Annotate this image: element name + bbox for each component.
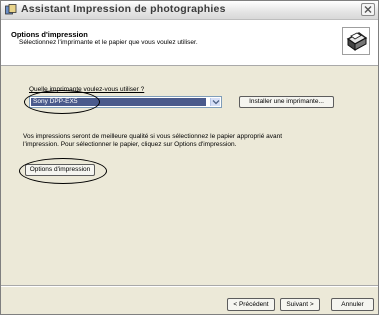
- photo-wizard-icon: [5, 4, 17, 15]
- paper-info-line-2: l'impression. Pour sélectionner le papie…: [23, 141, 237, 148]
- install-printer-button[interactable]: Installer une imprimante...: [239, 96, 334, 108]
- close-icon: [364, 6, 372, 13]
- printer-select[interactable]: Sony DPP-EX5: [29, 96, 222, 108]
- wizard-content: Quelle imprimante voulez-vous utiliser ?…: [1, 66, 378, 285]
- print-options-button[interactable]: Options d'impression: [25, 164, 95, 176]
- footer-separator: [1, 285, 378, 287]
- chevron-down-icon: [212, 100, 219, 105]
- page-title: Options d'impression: [11, 30, 88, 39]
- wizard-header: Options d'impression Sélectionnez l'impr…: [1, 20, 378, 66]
- previous-button[interactable]: < Précédent: [227, 298, 275, 311]
- title-bar[interactable]: Assistant Impression de photographies: [1, 1, 378, 20]
- combo-arrow-button[interactable]: [210, 98, 220, 106]
- paper-info-text: Vos impressions seront de meilleure qual…: [23, 133, 333, 149]
- printer-question-label: Quelle imprimante voulez-vous utiliser ?: [29, 86, 145, 93]
- wizard-window: Assistant Impression de photographies Op…: [0, 0, 379, 315]
- printer-select-value: Sony DPP-EX5: [31, 98, 206, 106]
- printer-icon: [342, 27, 370, 55]
- cancel-button[interactable]: Annuler: [331, 298, 374, 311]
- close-button[interactable]: [361, 3, 375, 16]
- next-button[interactable]: Suivant >: [280, 298, 320, 311]
- window-title: Assistant Impression de photographies: [21, 3, 226, 15]
- paper-info-line-1: Vos impressions seront de meilleure qual…: [23, 133, 283, 140]
- page-subtitle: Sélectionnez l'imprimante et le papier q…: [19, 39, 198, 46]
